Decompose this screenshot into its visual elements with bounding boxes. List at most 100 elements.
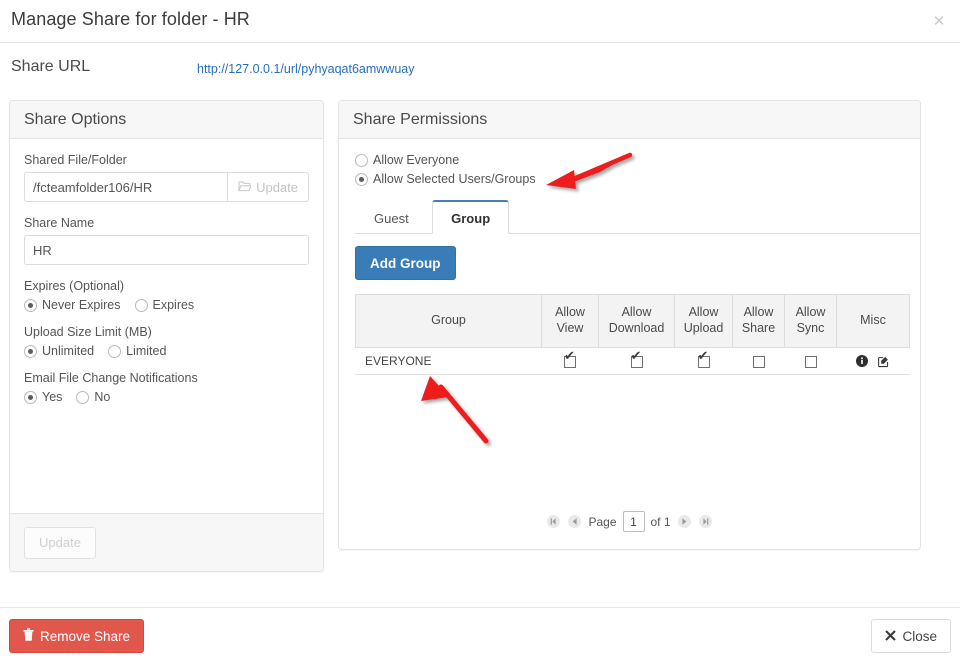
dialog-header: Manage Share for folder - HR ✕ [0,0,960,43]
share-options-header: Share Options [10,101,323,139]
share-options-panel: Share Options Shared File/Folder Update … [9,100,324,572]
share-permissions-body: Allow Everyone Allow Selected Users/Grou… [339,139,920,550]
close-button-label: Close [902,629,937,644]
radio-expires-indicator [135,299,148,312]
email-notifications-block: Email File Change Notifications Yes No [24,371,309,404]
last-page-icon[interactable] [698,514,713,529]
radio-expires-label: Expires [153,298,195,312]
cell-allow-view[interactable] [542,348,599,375]
checkbox-allow-sync[interactable] [805,356,817,368]
group-permissions-table: Group AllowView AllowDownload AllowUploa… [355,294,910,375]
remove-share-button[interactable]: Remove Share [9,619,144,653]
checkbox-allow-upload[interactable] [698,356,710,368]
radio-limited[interactable]: Limited [108,344,166,358]
radio-notify-no[interactable]: No [76,390,110,404]
next-page-icon[interactable] [677,514,692,529]
radio-allow-selected-indicator [355,173,368,186]
share-url-label: Share URL [11,58,90,76]
expires-label: Expires (Optional) [24,279,309,293]
shared-file-label: Shared File/Folder [24,153,309,167]
cell-group-name: EVERYONE [356,348,542,375]
cell-allow-share[interactable] [733,348,785,375]
radio-notify-yes[interactable]: Yes [24,390,62,404]
radio-unlimited[interactable]: Unlimited [24,344,94,358]
shared-file-input[interactable] [24,172,228,202]
upload-limit-label: Upload Size Limit (MB) [24,325,309,339]
share-options-title: Share Options [24,111,126,129]
folder-open-icon [238,180,251,195]
permissions-tabs: Guest Group [355,200,906,234]
col-allow-share[interactable]: AllowShare [733,295,785,348]
shared-file-update-button[interactable]: Update [228,172,309,202]
email-notifications-label: Email File Change Notifications [24,371,309,385]
radio-allow-everyone-indicator [355,154,368,167]
manage-share-dialog: Manage Share for folder - HR ✕ Share URL… [0,0,960,663]
prev-page-icon[interactable] [567,514,582,529]
radio-limited-indicator [108,345,121,358]
radio-allow-everyone[interactable]: Allow Everyone [355,153,898,167]
close-button[interactable]: Close [871,619,951,653]
checkbox-allow-view[interactable] [564,356,576,368]
share-permissions-panel: Share Permissions Allow Everyone Allow S… [338,100,921,550]
cell-allow-upload[interactable] [675,348,733,375]
cell-allow-sync[interactable] [785,348,837,375]
x-icon [885,629,896,644]
tab-guest[interactable]: Guest [355,201,428,235]
radio-never-expires-label: Never Expires [42,298,121,312]
share-name-input[interactable] [24,235,309,265]
share-name-group [24,235,309,265]
radio-never-expires[interactable]: Never Expires [24,298,121,312]
remove-share-label: Remove Share [40,629,130,644]
radio-notify-yes-indicator [24,391,37,404]
radio-never-expires-indicator [24,299,37,312]
radio-unlimited-indicator [24,345,37,358]
expires-block: Expires (Optional) Never Expires Expires [24,279,309,312]
trash-icon [23,628,34,644]
pagination-of-label: of 1 [651,515,671,529]
radio-expires[interactable]: Expires [135,298,195,312]
pagination-page-label: Page [588,515,616,529]
edit-icon[interactable] [877,355,890,368]
col-allow-sync[interactable]: AllowSync [785,295,837,348]
share-options-body: Shared File/Folder Update Share Name [10,139,323,514]
radio-allow-everyone-label: Allow Everyone [373,153,459,167]
radio-notify-no-indicator [76,391,89,404]
checkbox-allow-share[interactable] [753,356,765,368]
table-pagination: Page of 1 [339,511,920,532]
pagination-page-input[interactable] [623,511,645,532]
access-scope-radios: Allow Everyone Allow Selected Users/Grou… [355,153,906,186]
share-name-label: Share Name [24,216,309,230]
col-misc[interactable]: Misc [837,295,910,348]
table-header-row: Group AllowView AllowDownload AllowUploa… [356,295,910,348]
tab-group[interactable]: Group [432,200,509,234]
col-allow-download[interactable]: AllowDownload [599,295,675,348]
radio-notify-yes-label: Yes [42,390,62,404]
radio-unlimited-label: Unlimited [42,344,94,358]
share-url-link[interactable]: http://127.0.0.1/url/pyhyaqat6amwwuay [197,62,415,76]
close-icon[interactable]: ✕ [930,12,948,30]
share-options-update-button[interactable]: Update [24,527,96,559]
radio-allow-selected-label: Allow Selected Users/Groups [373,172,536,186]
checkbox-allow-download[interactable] [631,356,643,368]
shared-file-update-label: Update [256,180,298,195]
share-permissions-title: Share Permissions [353,111,487,129]
radio-notify-no-label: No [94,390,110,404]
col-allow-upload[interactable]: AllowUpload [675,295,733,348]
info-icon[interactable] [856,355,868,367]
upload-limit-block: Upload Size Limit (MB) Unlimited Limited [24,325,309,358]
first-page-icon[interactable] [546,514,561,529]
share-url-row: Share URL http://127.0.0.1/url/pyhyaqat6… [0,44,960,100]
cell-allow-download[interactable] [599,348,675,375]
add-group-button[interactable]: Add Group [355,246,456,280]
cell-misc [837,348,910,375]
radio-allow-selected[interactable]: Allow Selected Users/Groups [355,172,898,186]
col-group[interactable]: Group [356,295,542,348]
shared-file-group: Update [24,172,309,202]
col-allow-view[interactable]: AllowView [542,295,599,348]
dialog-footer: Remove Share Close [0,607,960,663]
share-permissions-header: Share Permissions [339,101,920,139]
share-options-footer: Update [10,513,323,571]
dialog-title: Manage Share for folder - HR [11,9,250,30]
radio-limited-label: Limited [126,344,166,358]
table-row[interactable]: EVERYONE [356,348,910,375]
